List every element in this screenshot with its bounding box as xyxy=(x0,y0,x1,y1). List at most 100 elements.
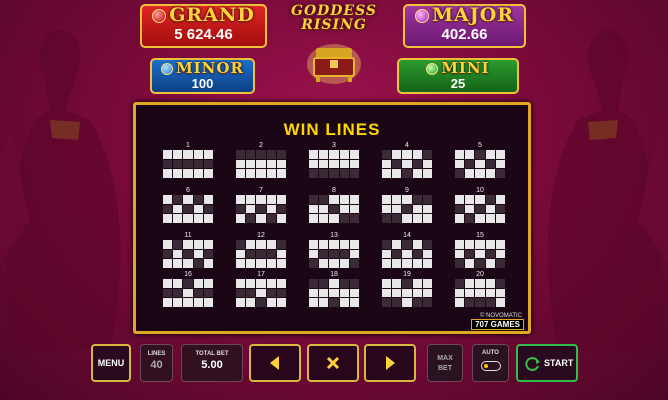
jackpot-mini-value: 25 xyxy=(450,76,466,91)
reel-cell xyxy=(402,240,412,249)
reel-cell xyxy=(163,150,173,159)
reel-cell xyxy=(256,169,266,178)
max-bet-button[interactable]: MAX BET xyxy=(427,344,463,382)
reel-cell xyxy=(349,279,359,288)
reel-cell xyxy=(246,259,256,268)
reel-cell xyxy=(422,240,432,249)
reel-cell xyxy=(276,150,286,159)
reel-cell xyxy=(412,204,422,214)
reel-cell xyxy=(319,288,329,298)
goddess-figure-left xyxy=(0,30,121,350)
reel-cell xyxy=(455,279,465,288)
reel-cell xyxy=(183,240,193,249)
reel-cell xyxy=(256,288,266,298)
reel-cell xyxy=(163,279,173,288)
jackpot-grand-label: GRAND xyxy=(169,4,255,26)
reel-cell xyxy=(173,279,183,288)
win-line-9: 9 xyxy=(381,187,433,225)
win-line-1: 1 xyxy=(162,142,214,180)
reel-cell xyxy=(236,169,246,178)
reel-cell xyxy=(485,279,495,288)
autoplay-toggle[interactable]: AUTO xyxy=(472,344,509,382)
menu-button[interactable]: MENU xyxy=(91,344,131,382)
reel-cell xyxy=(276,298,286,307)
reel-cell xyxy=(276,249,286,259)
reel-cell xyxy=(329,298,339,307)
reel-cell xyxy=(455,240,465,249)
win-line-pattern xyxy=(382,195,432,223)
gem-icon xyxy=(152,9,167,23)
reel-cell xyxy=(465,169,475,178)
reel-cell xyxy=(392,298,402,307)
next-page-button[interactable] xyxy=(364,344,416,382)
reel-cell xyxy=(475,214,485,223)
reel-cell xyxy=(485,150,495,159)
reel-cell xyxy=(392,249,402,259)
reel-cell xyxy=(193,298,203,307)
win-line-pattern xyxy=(236,240,286,268)
reel-cell xyxy=(382,249,392,259)
reel-cell xyxy=(465,249,475,259)
logo-line-2: RISING xyxy=(301,17,367,33)
reel-cell xyxy=(465,298,475,307)
reel-cell xyxy=(412,298,422,307)
reel-cell xyxy=(236,195,246,204)
win-line-number: 4 xyxy=(405,142,409,149)
reel-cell xyxy=(319,298,329,307)
reel-cell xyxy=(236,259,246,268)
reel-cell xyxy=(402,204,412,214)
win-line-14: 14 xyxy=(381,232,433,270)
reel-cell xyxy=(382,214,392,223)
reel-cell xyxy=(465,279,475,288)
reel-cell xyxy=(276,204,286,214)
spin-icon xyxy=(525,357,540,371)
reel-cell xyxy=(236,279,246,288)
reel-cell xyxy=(422,204,432,214)
reel-cell xyxy=(455,159,465,169)
reel-cell xyxy=(392,279,402,288)
reel-cell xyxy=(329,259,339,268)
previous-page-button[interactable] xyxy=(249,344,301,382)
close-button[interactable] xyxy=(307,344,359,382)
reel-cell xyxy=(392,288,402,298)
reel-cell xyxy=(402,279,412,288)
reel-cell xyxy=(266,249,276,259)
reel-cell xyxy=(402,169,412,178)
reel-cell xyxy=(349,249,359,259)
win-line-number: 11 xyxy=(184,232,192,239)
reel-cell xyxy=(402,249,412,259)
reel-cell xyxy=(329,195,339,204)
reel-cell xyxy=(236,204,246,214)
reel-cell xyxy=(485,298,495,307)
win-line-pattern xyxy=(382,279,432,307)
jackpot-major: MAJOR 402.66 xyxy=(403,4,526,48)
reel-cell xyxy=(173,150,183,159)
reel-cell xyxy=(163,169,173,178)
reel-cell xyxy=(485,259,495,268)
jackpot-major-label: MAJOR xyxy=(431,4,515,26)
reel-cell xyxy=(309,298,319,307)
reel-cell xyxy=(276,240,286,249)
win-line-number: 3 xyxy=(332,142,336,149)
win-line-pattern xyxy=(455,240,505,268)
reel-cell xyxy=(173,259,183,268)
reel-cell xyxy=(402,150,412,159)
reel-cell xyxy=(422,214,432,223)
reel-cell xyxy=(266,195,276,204)
win-line-2: 2 xyxy=(235,142,287,180)
reel-cell xyxy=(193,214,203,223)
reel-cell xyxy=(465,259,475,268)
reel-cell xyxy=(276,195,286,204)
win-line-15: 15 xyxy=(454,232,506,270)
win-line-number: 9 xyxy=(405,187,409,194)
reel-cell xyxy=(412,279,422,288)
win-line-number: 8 xyxy=(332,187,336,194)
reel-cell xyxy=(422,288,432,298)
win-line-number: 20 xyxy=(476,271,484,278)
lines-display: LINES 40 xyxy=(140,344,173,382)
win-line-pattern xyxy=(455,195,505,223)
reel-cell xyxy=(309,279,319,288)
start-button[interactable]: START xyxy=(516,344,578,382)
reel-cell xyxy=(402,159,412,169)
reel-cell xyxy=(319,159,329,169)
